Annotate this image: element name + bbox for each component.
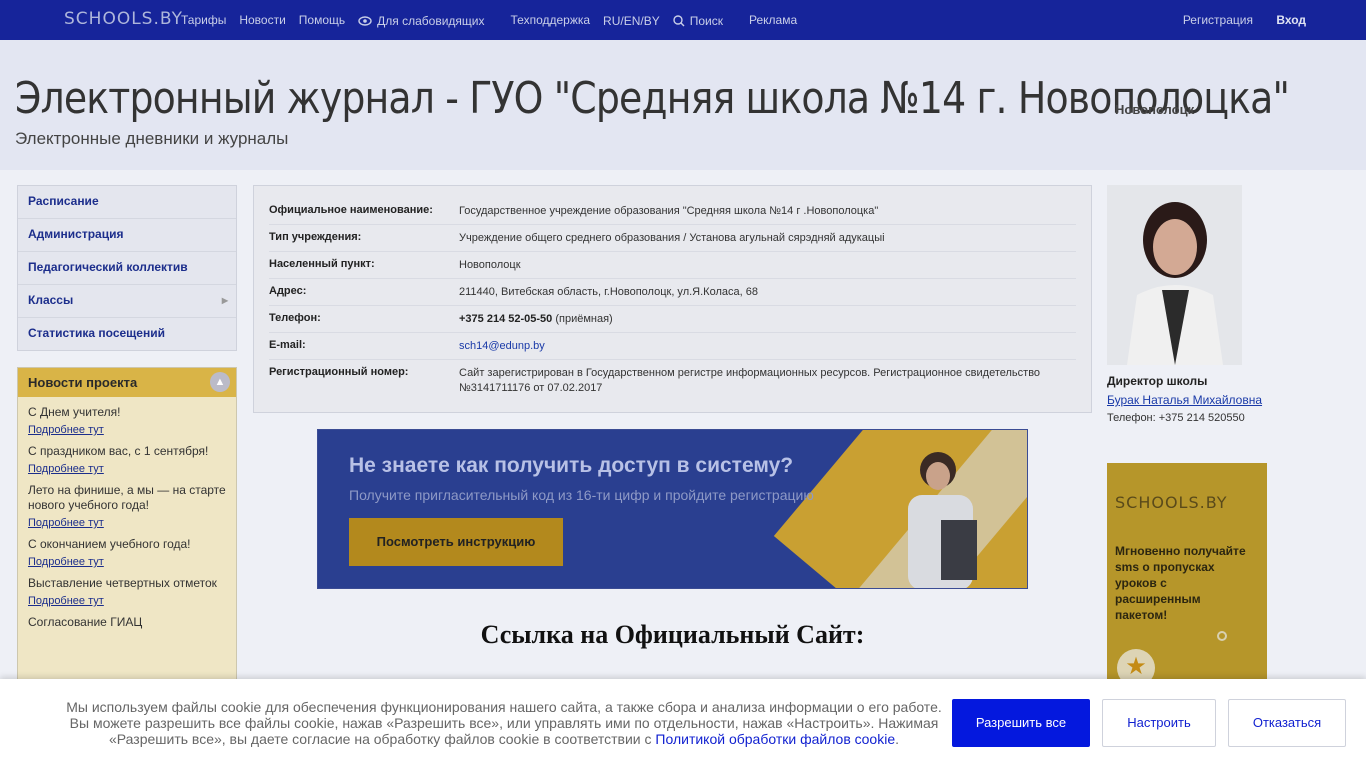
news-more-link[interactable]: Подробнее тут bbox=[28, 595, 226, 607]
site-logo[interactable]: SCHOOLS.BY bbox=[64, 9, 183, 29]
city-label: Новополоцк bbox=[1115, 102, 1195, 117]
page-title: Электронный журнал - ГУО "Средняя школа … bbox=[15, 73, 1290, 124]
nav-accessibility-label: Для слабовидящих bbox=[377, 13, 485, 28]
view-instruction-button[interactable]: Посмотреть инструкцию bbox=[349, 518, 563, 566]
cookie-policy-link[interactable]: Политикой обработки файлов cookie bbox=[655, 731, 895, 747]
email-value: sch14@edunp.by bbox=[459, 339, 545, 359]
collapse-icon[interactable]: ▲ bbox=[210, 372, 230, 392]
sidebar-item-classes[interactable]: Классы ▶ bbox=[18, 285, 236, 318]
ad-logo: SCHOOLS.BY bbox=[1115, 493, 1228, 512]
info-label: Телефон: bbox=[269, 312, 321, 324]
access-banner[interactable]: Не знаете как получить доступ в систему?… bbox=[317, 429, 1028, 589]
login-link[interactable]: Вход bbox=[1276, 13, 1306, 27]
nav-support[interactable]: Техподдержка bbox=[511, 13, 591, 28]
school-info-card: Официальное наименование: Государственно… bbox=[253, 185, 1092, 413]
nav-search-label: Поиск bbox=[689, 13, 723, 28]
ad-text: Мгновенно получайте sms о пропусках урок… bbox=[1115, 544, 1246, 622]
phone-note: (приёмная) bbox=[552, 313, 613, 325]
news-more-link[interactable]: Подробнее тут bbox=[28, 517, 226, 529]
woman-illustration bbox=[908, 452, 977, 588]
sms-ad[interactable]: SCHOOLS.BY Мгновенно получайте sms о про… bbox=[1107, 463, 1267, 703]
dot-icon bbox=[1217, 631, 1227, 641]
chevron-right-icon: ▶ bbox=[221, 296, 228, 305]
cookie-banner: Мы используем файлы cookie для обеспечен… bbox=[0, 679, 1366, 768]
info-label: E-mail: bbox=[269, 339, 306, 351]
cookie-tail: . bbox=[895, 731, 900, 747]
page-header: Электронный журнал - ГУО "Средняя школа … bbox=[0, 40, 1366, 170]
nav-news[interactable]: Новости bbox=[239, 13, 285, 28]
sidebar-item-statistics[interactable]: Статистика посещений bbox=[18, 318, 236, 351]
news-item: С Днем учителя! Подробнее тут bbox=[18, 397, 236, 436]
search-icon bbox=[673, 14, 685, 26]
nav-help[interactable]: Помощь bbox=[299, 13, 345, 28]
sidebar-item-classes-label: Классы bbox=[28, 293, 74, 307]
phone-number: +375 214 52-05-50 bbox=[459, 313, 553, 325]
info-value: Новополоцк bbox=[459, 259, 521, 271]
news-more-link[interactable]: Подробнее тут bbox=[28, 463, 226, 475]
cookie-text: Мы используем файлы cookie для обеспечен… bbox=[60, 699, 948, 747]
news-item: Согласование ГИАЦ bbox=[18, 607, 236, 630]
info-row: Официальное наименование: Государственно… bbox=[269, 198, 1076, 225]
page-subtitle: Электронные дневники и журналы bbox=[15, 129, 289, 148]
news-item-title: С Днем учителя! bbox=[28, 405, 121, 419]
nav-search[interactable]: Поиск bbox=[673, 13, 736, 28]
sidebar-menu: Расписание Администрация Педагогический … bbox=[17, 185, 237, 351]
info-value: 211440, Витебская область, г.Новополоцк,… bbox=[459, 286, 758, 298]
info-label: Адрес: bbox=[269, 285, 307, 297]
info-value: Государственное учреждение образования "… bbox=[459, 205, 879, 217]
news-item: Выставление четвертных отметок Подробнее… bbox=[18, 568, 236, 607]
nav-ads[interactable]: Реклама bbox=[749, 13, 797, 28]
allow-all-button[interactable]: Разрешить все bbox=[952, 699, 1090, 747]
news-item-title: Согласование ГИАЦ bbox=[28, 615, 143, 629]
nav-language[interactable]: RU/EN/BY bbox=[603, 14, 660, 28]
news-more-link[interactable]: Подробнее тут bbox=[28, 424, 226, 436]
director-photo bbox=[1107, 185, 1242, 365]
sidebar-item-teachers[interactable]: Педагогический коллектив bbox=[18, 252, 236, 285]
sidebar-item-administration[interactable]: Администрация bbox=[18, 219, 236, 252]
news-item: С праздником вас, с 1 сентября! Подробне… bbox=[18, 436, 236, 475]
director-role: Директор школы bbox=[1107, 374, 1208, 388]
top-nav: Тарифы Новости Помощь Для слабовидящих Т… bbox=[181, 13, 810, 28]
official-site-heading: Ссылка на Официальный Сайт: bbox=[480, 620, 865, 649]
email-link[interactable]: sch14@edunp.by bbox=[459, 340, 545, 352]
eye-icon bbox=[358, 15, 372, 26]
configure-button[interactable]: Настроить bbox=[1102, 699, 1216, 747]
news-item: Лето на финише, а мы — на старте нового … bbox=[18, 475, 236, 529]
nav-tariffs[interactable]: Тарифы bbox=[181, 13, 226, 28]
news-more-link[interactable]: Подробнее тут bbox=[28, 556, 226, 568]
info-row: Населенный пункт: Новополоцк bbox=[269, 252, 1076, 279]
top-navbar: SCHOOLS.BY Тарифы Новости Помощь Для сла… bbox=[0, 0, 1366, 40]
decline-button[interactable]: Отказаться bbox=[1228, 699, 1346, 747]
info-row: E-mail: sch14@edunp.by bbox=[269, 333, 1076, 360]
nav-accessibility[interactable]: Для слабовидящих bbox=[358, 13, 497, 28]
auth-links: Регистрация Вход bbox=[1163, 13, 1306, 27]
news-header: Новости проекта ▲ bbox=[18, 368, 236, 397]
banner-headline: Не знаете как получить доступ в систему? bbox=[349, 454, 794, 477]
sidebar-item-schedule[interactable]: Расписание bbox=[18, 186, 236, 219]
news-title: Новости проекта bbox=[28, 375, 138, 390]
info-label: Тип учреждения: bbox=[269, 231, 362, 243]
director-portrait bbox=[1107, 185, 1242, 365]
director-phone: Телефон: +375 214 520550 bbox=[1107, 412, 1245, 424]
news-item-title: С праздником вас, с 1 сентября! bbox=[28, 444, 209, 458]
register-link[interactable]: Регистрация bbox=[1183, 13, 1253, 27]
info-row: Тип учреждения: Учреждение общего средне… bbox=[269, 225, 1076, 252]
director-name-link[interactable]: Бурак Наталья Михайловна bbox=[1107, 393, 1262, 407]
info-value: Учреждение общего среднего образования /… bbox=[459, 232, 885, 244]
news-item-title: Выставление четвертных отметок bbox=[28, 576, 217, 590]
info-row: Адрес: 211440, Витебская область, г.Ново… bbox=[269, 279, 1076, 306]
info-label: Населенный пункт: bbox=[269, 258, 375, 270]
news-item-title: С окончанием учебного года! bbox=[28, 537, 191, 551]
info-row: Регистрационный номер: Сайт зарегистриро… bbox=[269, 360, 1076, 396]
info-value: Сайт зарегистрирован в Государственном р… bbox=[459, 367, 1041, 394]
info-label: Официальное наименование: bbox=[269, 204, 433, 216]
phone-value: +375 214 52-05-50 (приёмная) bbox=[459, 312, 613, 332]
news-item: С окончанием учебного года! Подробнее ту… bbox=[18, 529, 236, 568]
info-label: Регистрационный номер: bbox=[269, 366, 409, 378]
project-news-panel: Новости проекта ▲ С Днем учителя! Подроб… bbox=[17, 367, 237, 697]
info-row: Телефон: +375 214 52-05-50 (приёмная) bbox=[269, 306, 1076, 333]
news-item-title: Лето на финише, а мы — на старте нового … bbox=[28, 483, 226, 512]
banner-subline: Получите пригласительный код из 16-ти ци… bbox=[349, 487, 814, 503]
